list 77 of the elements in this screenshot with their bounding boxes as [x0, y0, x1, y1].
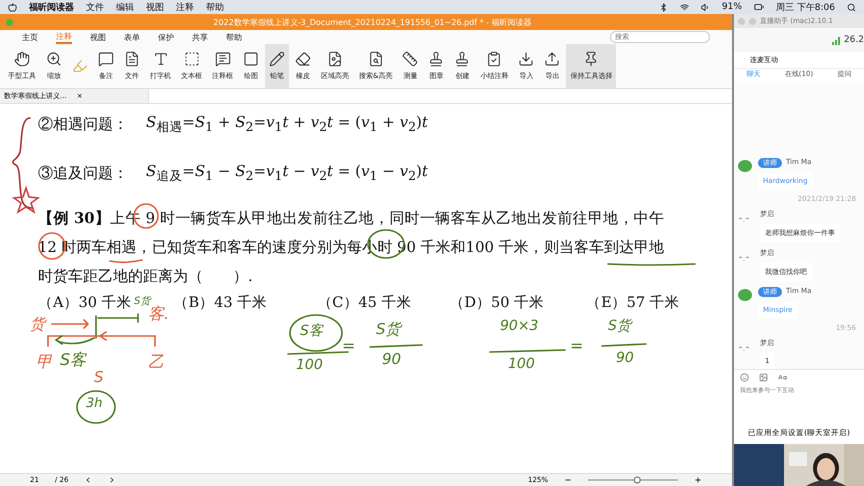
- clock: 周三 下午8:06: [776, 2, 835, 14]
- handwritten-note: S货: [134, 295, 150, 307]
- answer-option: （C）45 千米: [317, 293, 412, 312]
- battery-icon[interactable]: [754, 2, 764, 12]
- speech-bubble-icon: [214, 51, 230, 67]
- handwritten-note: 100: [296, 357, 323, 373]
- zoom-in-icon[interactable]: [694, 476, 702, 484]
- apple-icon[interactable]: [8, 2, 17, 12]
- highlighter-icon: [72, 58, 88, 74]
- handwritten-note: =: [570, 336, 584, 355]
- document-icon: [124, 51, 140, 67]
- image-file-icon: [327, 51, 343, 67]
- window-title: 2022数学寒假线上讲义-3_Document_20210224_191556_01~26.pdf * - 福昕阅读器: [212, 16, 533, 28]
- answer-option: （E）57 千米: [586, 293, 680, 312]
- ribbon-tab[interactable]: 帮助: [226, 32, 242, 42]
- menu-item[interactable]: 帮助: [206, 0, 224, 14]
- answer-option: （D）50 千米: [449, 293, 544, 312]
- stamp-icon: [454, 51, 470, 67]
- ribbon-tab[interactable]: 表单: [124, 32, 140, 42]
- signal-icon: [832, 36, 842, 44]
- close-dot[interactable]: [6, 18, 13, 26]
- eraser-icon: [295, 51, 311, 67]
- avatar-icon: [738, 160, 752, 172]
- search-icon[interactable]: [847, 2, 856, 12]
- image-icon[interactable]: [759, 372, 768, 382]
- zoom-slider[interactable]: [588, 476, 678, 484]
- upload-icon: [544, 51, 560, 67]
- handwritten-note: 3h: [86, 396, 103, 411]
- download-icon: [518, 51, 534, 67]
- menu-item[interactable]: 视图: [146, 0, 164, 14]
- dashed-square-icon: [184, 51, 200, 67]
- menu-item[interactable]: 注释: [176, 0, 194, 14]
- clipboard-check-icon: [486, 51, 502, 67]
- handwritten-note: S货: [608, 317, 631, 335]
- pencil-icon: [269, 51, 285, 67]
- stamp-icon: [428, 51, 444, 67]
- formula-label: ③追及问题：: [38, 164, 128, 183]
- handwritten-note: S客: [60, 350, 86, 371]
- handwritten-note: 90×3: [500, 318, 538, 334]
- handwritten-note: 90: [382, 350, 402, 368]
- formula: S$_{追及}$=S$_{1}$ − S$_{2}$=v$_{1}$t − v$_{2}$t = (v$_{1}$ − v$_{2}$)t: [146, 162, 428, 185]
- emoji-icon[interactable]: [740, 372, 749, 382]
- volume-icon[interactable]: [700, 2, 710, 12]
- ribbon-tab[interactable]: 保护: [158, 32, 174, 42]
- speech-bubble-icon: [98, 51, 114, 67]
- ruler-icon: [402, 51, 418, 67]
- menu-item[interactable]: 文件: [86, 0, 104, 14]
- answer-option: （A）30 千米: [38, 293, 132, 312]
- ribbon-tab[interactable]: 共享: [192, 32, 208, 42]
- text-icon: [152, 51, 168, 67]
- handwritten-note: 客.: [148, 304, 170, 325]
- ribbon-tab[interactable]: 主页: [22, 32, 38, 42]
- zoom-in-icon: [46, 51, 62, 67]
- formula-label: ②相遇问题：: [38, 115, 128, 134]
- answer-option: （B）43 千米: [174, 293, 268, 312]
- handwritten-note: 100: [508, 356, 535, 372]
- app-menu[interactable]: 福昕阅读器: [29, 0, 74, 14]
- handwritten-note: =: [342, 336, 356, 355]
- hand-icon: [14, 51, 30, 67]
- handwritten-note: 甲: [36, 352, 52, 373]
- handwritten-note: S: [94, 368, 104, 386]
- wifi-icon[interactable]: [680, 2, 689, 12]
- signal-value: 26.2: [844, 35, 864, 45]
- handwritten-note: 90: [616, 350, 634, 366]
- font-icon[interactable]: [778, 372, 787, 382]
- avatar-icon: [738, 289, 752, 301]
- formula: S$_{相遇}$=S$_{1}$ + S$_{2}$=v$_{1}$t + v$_{2}$t = (v$_{1}$ + v$_{2}$)t: [146, 113, 428, 136]
- battery-percent: 91%: [722, 2, 742, 12]
- bluetooth-icon[interactable]: [658, 2, 668, 12]
- square-icon: [243, 51, 259, 67]
- handwritten-note: S客: [300, 322, 323, 340]
- menu-item[interactable]: 编辑: [116, 0, 134, 14]
- handwritten-note: 货: [30, 315, 45, 334]
- handwritten-note: 乙: [148, 352, 164, 373]
- file-search-icon: [368, 51, 384, 67]
- ribbon-tab[interactable]: 视图: [90, 32, 106, 42]
- handwritten-note: S货: [376, 320, 401, 339]
